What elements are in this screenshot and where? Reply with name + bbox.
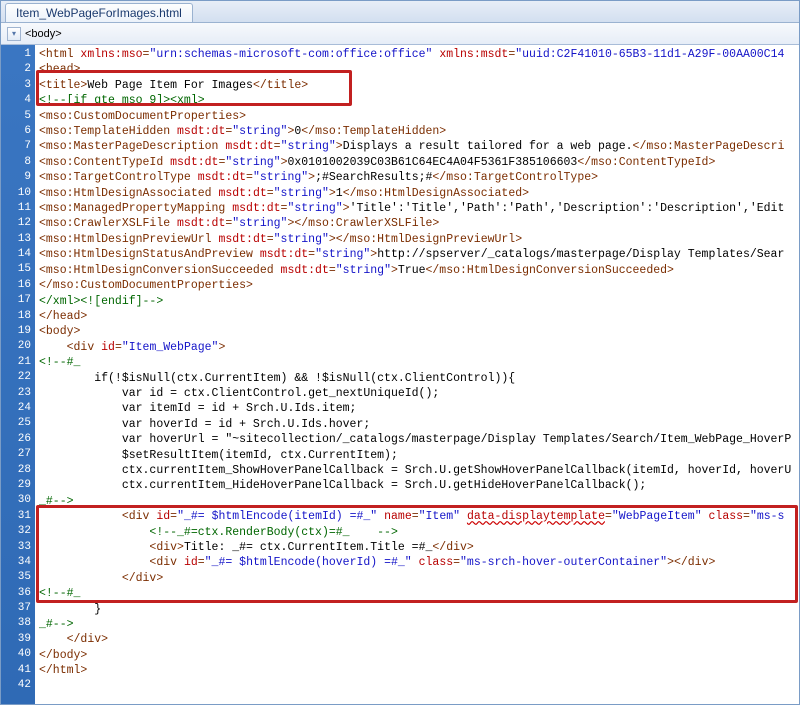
line-number: 5	[1, 109, 31, 124]
code-line[interactable]: <mso:HtmlDesignAssociated msdt:dt="strin…	[39, 186, 799, 201]
code-line[interactable]: <div id="_#= $htmlEncode(hoverId) =#_" c…	[39, 555, 799, 570]
code-line[interactable]: _#-->	[39, 617, 799, 632]
line-number: 37	[1, 601, 31, 616]
code-line[interactable]: <body>	[39, 324, 799, 339]
line-number: 27	[1, 447, 31, 462]
code-line[interactable]: <html xmlns:mso="urn:schemas-microsoft-c…	[39, 47, 799, 62]
code-line[interactable]: <mso:ContentTypeId msdt:dt="string">0x01…	[39, 155, 799, 170]
code-line[interactable]: <mso:ManagedPropertyMapping msdt:dt="str…	[39, 201, 799, 216]
line-number: 40	[1, 647, 31, 662]
code-line[interactable]: <div id="_#= $htmlEncode(itemId) =#_" na…	[39, 509, 799, 524]
code-line[interactable]: <div>Title: _#= ctx.CurrentItem.Title =#…	[39, 540, 799, 555]
line-number: 3	[1, 78, 31, 93]
code-line[interactable]: <head>	[39, 62, 799, 77]
line-number: 4	[1, 93, 31, 108]
line-number: 2	[1, 62, 31, 77]
code-content[interactable]: <html xmlns:mso="urn:schemas-microsoft-c…	[35, 45, 799, 704]
line-number: 32	[1, 524, 31, 539]
code-line[interactable]: </xml><![endif]-->	[39, 294, 799, 309]
line-number: 10	[1, 186, 31, 201]
code-line[interactable]: </head>	[39, 309, 799, 324]
code-line[interactable]: <mso:HtmlDesignPreviewUrl msdt:dt="strin…	[39, 232, 799, 247]
tab-bar: Item_WebPageForImages.html	[1, 1, 799, 23]
line-number: 20	[1, 339, 31, 354]
code-line[interactable]: </div>	[39, 632, 799, 647]
line-number: 35	[1, 570, 31, 585]
code-line[interactable]: var id = ctx.ClientControl.get_nextUniqu…	[39, 386, 799, 401]
line-number: 17	[1, 293, 31, 308]
code-line[interactable]: <!--#_	[39, 355, 799, 370]
code-line[interactable]: <mso:TargetControlType msdt:dt="string">…	[39, 170, 799, 185]
line-number: 22	[1, 370, 31, 385]
line-number: 24	[1, 401, 31, 416]
code-line[interactable]: </div>	[39, 571, 799, 586]
code-line[interactable]: <div id="Item_WebPage">	[39, 340, 799, 355]
code-line[interactable]: </body>	[39, 648, 799, 663]
line-number-gutter: 1234567891011121314151617181920212223242…	[1, 45, 35, 704]
line-number: 15	[1, 262, 31, 277]
code-line[interactable]: var hoverUrl = "~sitecollection/_catalog…	[39, 432, 799, 447]
breadcrumb-bar: ▾ <body>	[1, 23, 799, 45]
code-line[interactable]: <mso:TemplateHidden msdt:dt="string">0</…	[39, 124, 799, 139]
line-number: 7	[1, 139, 31, 154]
code-line[interactable]: <!--#_	[39, 586, 799, 601]
line-number: 33	[1, 540, 31, 555]
code-line[interactable]: <mso:MasterPageDescription msdt:dt="stri…	[39, 139, 799, 154]
code-line[interactable]: _#-->	[39, 494, 799, 509]
line-number: 30	[1, 493, 31, 508]
code-line[interactable]: <mso:HtmlDesignConversionSucceeded msdt:…	[39, 263, 799, 278]
line-number: 21	[1, 355, 31, 370]
line-number: 34	[1, 555, 31, 570]
line-number: 8	[1, 155, 31, 170]
line-number: 18	[1, 309, 31, 324]
line-number: 39	[1, 632, 31, 647]
code-line[interactable]: $setResultItem(itemId, ctx.CurrentItem);	[39, 448, 799, 463]
line-number: 13	[1, 232, 31, 247]
line-number: 31	[1, 509, 31, 524]
code-line[interactable]: }	[39, 602, 799, 617]
code-line[interactable]: if(!$isNull(ctx.CurrentItem) && !$isNull…	[39, 371, 799, 386]
line-number: 9	[1, 170, 31, 185]
code-line[interactable]: <!--_#=ctx.RenderBody(ctx)=#_ -->	[39, 525, 799, 540]
line-number: 12	[1, 216, 31, 231]
line-number: 42	[1, 678, 31, 693]
code-line[interactable]: </mso:CustomDocumentProperties>	[39, 278, 799, 293]
line-number: 26	[1, 432, 31, 447]
line-number: 1	[1, 47, 31, 62]
code-line[interactable]: var itemId = id + Srch.U.Ids.item;	[39, 401, 799, 416]
code-line[interactable]: <!--[if gte mso 9]><xml>	[39, 93, 799, 108]
code-line[interactable]: ctx.currentItem_ShowHoverPanelCallback =…	[39, 463, 799, 478]
line-number: 38	[1, 616, 31, 631]
code-line[interactable]: <title>Web Page Item For Images</title>	[39, 78, 799, 93]
line-number: 6	[1, 124, 31, 139]
line-number: 29	[1, 478, 31, 493]
line-number: 25	[1, 416, 31, 431]
line-number: 14	[1, 247, 31, 262]
code-line[interactable]: ctx.currentItem_HideHoverPanelCallback =…	[39, 478, 799, 493]
code-line[interactable]: <mso:CustomDocumentProperties>	[39, 109, 799, 124]
file-tab[interactable]: Item_WebPageForImages.html	[5, 3, 193, 22]
line-number: 16	[1, 278, 31, 293]
line-number: 23	[1, 386, 31, 401]
code-line[interactable]: <mso:HtmlDesignStatusAndPreview msdt:dt=…	[39, 247, 799, 262]
breadcrumb[interactable]: <body>	[25, 28, 62, 40]
code-line[interactable]: var hoverId = id + Srch.U.Ids.hover;	[39, 417, 799, 432]
code-editor[interactable]: 1234567891011121314151617181920212223242…	[1, 45, 799, 704]
line-number: 28	[1, 463, 31, 478]
line-number: 36	[1, 586, 31, 601]
code-line[interactable]: <mso:CrawlerXSLFile msdt:dt="string"></m…	[39, 216, 799, 231]
line-number: 41	[1, 663, 31, 678]
breadcrumb-dropdown-icon[interactable]: ▾	[7, 27, 21, 41]
line-number: 11	[1, 201, 31, 216]
code-line[interactable]: </html>	[39, 663, 799, 678]
line-number: 19	[1, 324, 31, 339]
